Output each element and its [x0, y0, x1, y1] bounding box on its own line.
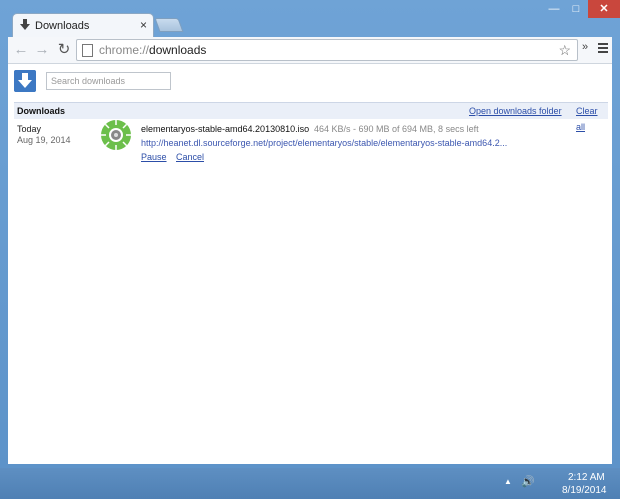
downloads-page: Downloads Open downloads folder Clear al…	[8, 64, 612, 464]
back-button[interactable]: ←	[11, 40, 31, 60]
downloads-logo-icon	[14, 70, 36, 92]
search-input[interactable]	[46, 72, 171, 90]
address-bar[interactable]: chrome://downloads ☆	[76, 39, 578, 61]
maximize-button[interactable]: □	[565, 0, 587, 18]
tab-downloads[interactable]: Downloads ×	[12, 13, 154, 38]
clear-all-link[interactable]: Clear all	[576, 103, 608, 135]
clock-date[interactable]: 8/19/2014	[562, 485, 607, 496]
open-downloads-folder-link[interactable]: Open downloads folder	[469, 103, 562, 119]
download-status: 464 KB/s - 690 MB of 694 MB, 8 secs left	[314, 124, 479, 134]
download-date-full: Aug 19, 2014	[17, 135, 71, 145]
download-progress-icon	[101, 120, 131, 150]
browser-window: Downloads × — □ ✕ ← → ↻ chrome://downloa…	[0, 0, 620, 468]
downloads-header: Downloads Open downloads folder Clear al…	[14, 102, 608, 132]
show-hidden-icons-arrow-icon[interactable]: ▲	[504, 477, 512, 486]
bookmark-star-icon[interactable]: ☆	[558, 40, 571, 60]
tab-close-icon[interactable]: ×	[140, 18, 147, 32]
url-text: chrome://downloads	[99, 43, 207, 57]
volume-icon[interactable]: 🔊	[521, 475, 535, 488]
download-source-url[interactable]: http://heanet.dl.sourceforge.net/project…	[141, 138, 507, 148]
close-window-button[interactable]: ✕	[588, 0, 620, 18]
extensions-overflow-button[interactable]: »	[582, 41, 588, 53]
download-date-day: Today	[17, 124, 42, 134]
pause-link[interactable]: Pause	[141, 152, 167, 162]
cancel-link[interactable]: Cancel	[176, 152, 204, 162]
download-icon	[20, 19, 30, 30]
taskbar: ▲ 🔊 2:12 AM 8/19/2014	[0, 468, 620, 499]
download-file-name[interactable]: elementaryos-stable-amd64.20130810.iso	[141, 124, 309, 134]
menu-icon[interactable]	[598, 43, 608, 55]
clock-time[interactable]: 2:12 AM	[568, 472, 605, 483]
page-icon	[82, 44, 93, 57]
section-title: Downloads	[17, 106, 66, 116]
new-tab-button[interactable]	[154, 18, 184, 32]
minimize-button[interactable]: —	[543, 0, 565, 18]
browser-toolbar: ← → ↻ chrome://downloads ☆ »	[8, 37, 612, 64]
tab-title: Downloads	[35, 20, 90, 32]
forward-button[interactable]: →	[32, 40, 52, 60]
reload-button[interactable]: ↻	[54, 40, 74, 60]
